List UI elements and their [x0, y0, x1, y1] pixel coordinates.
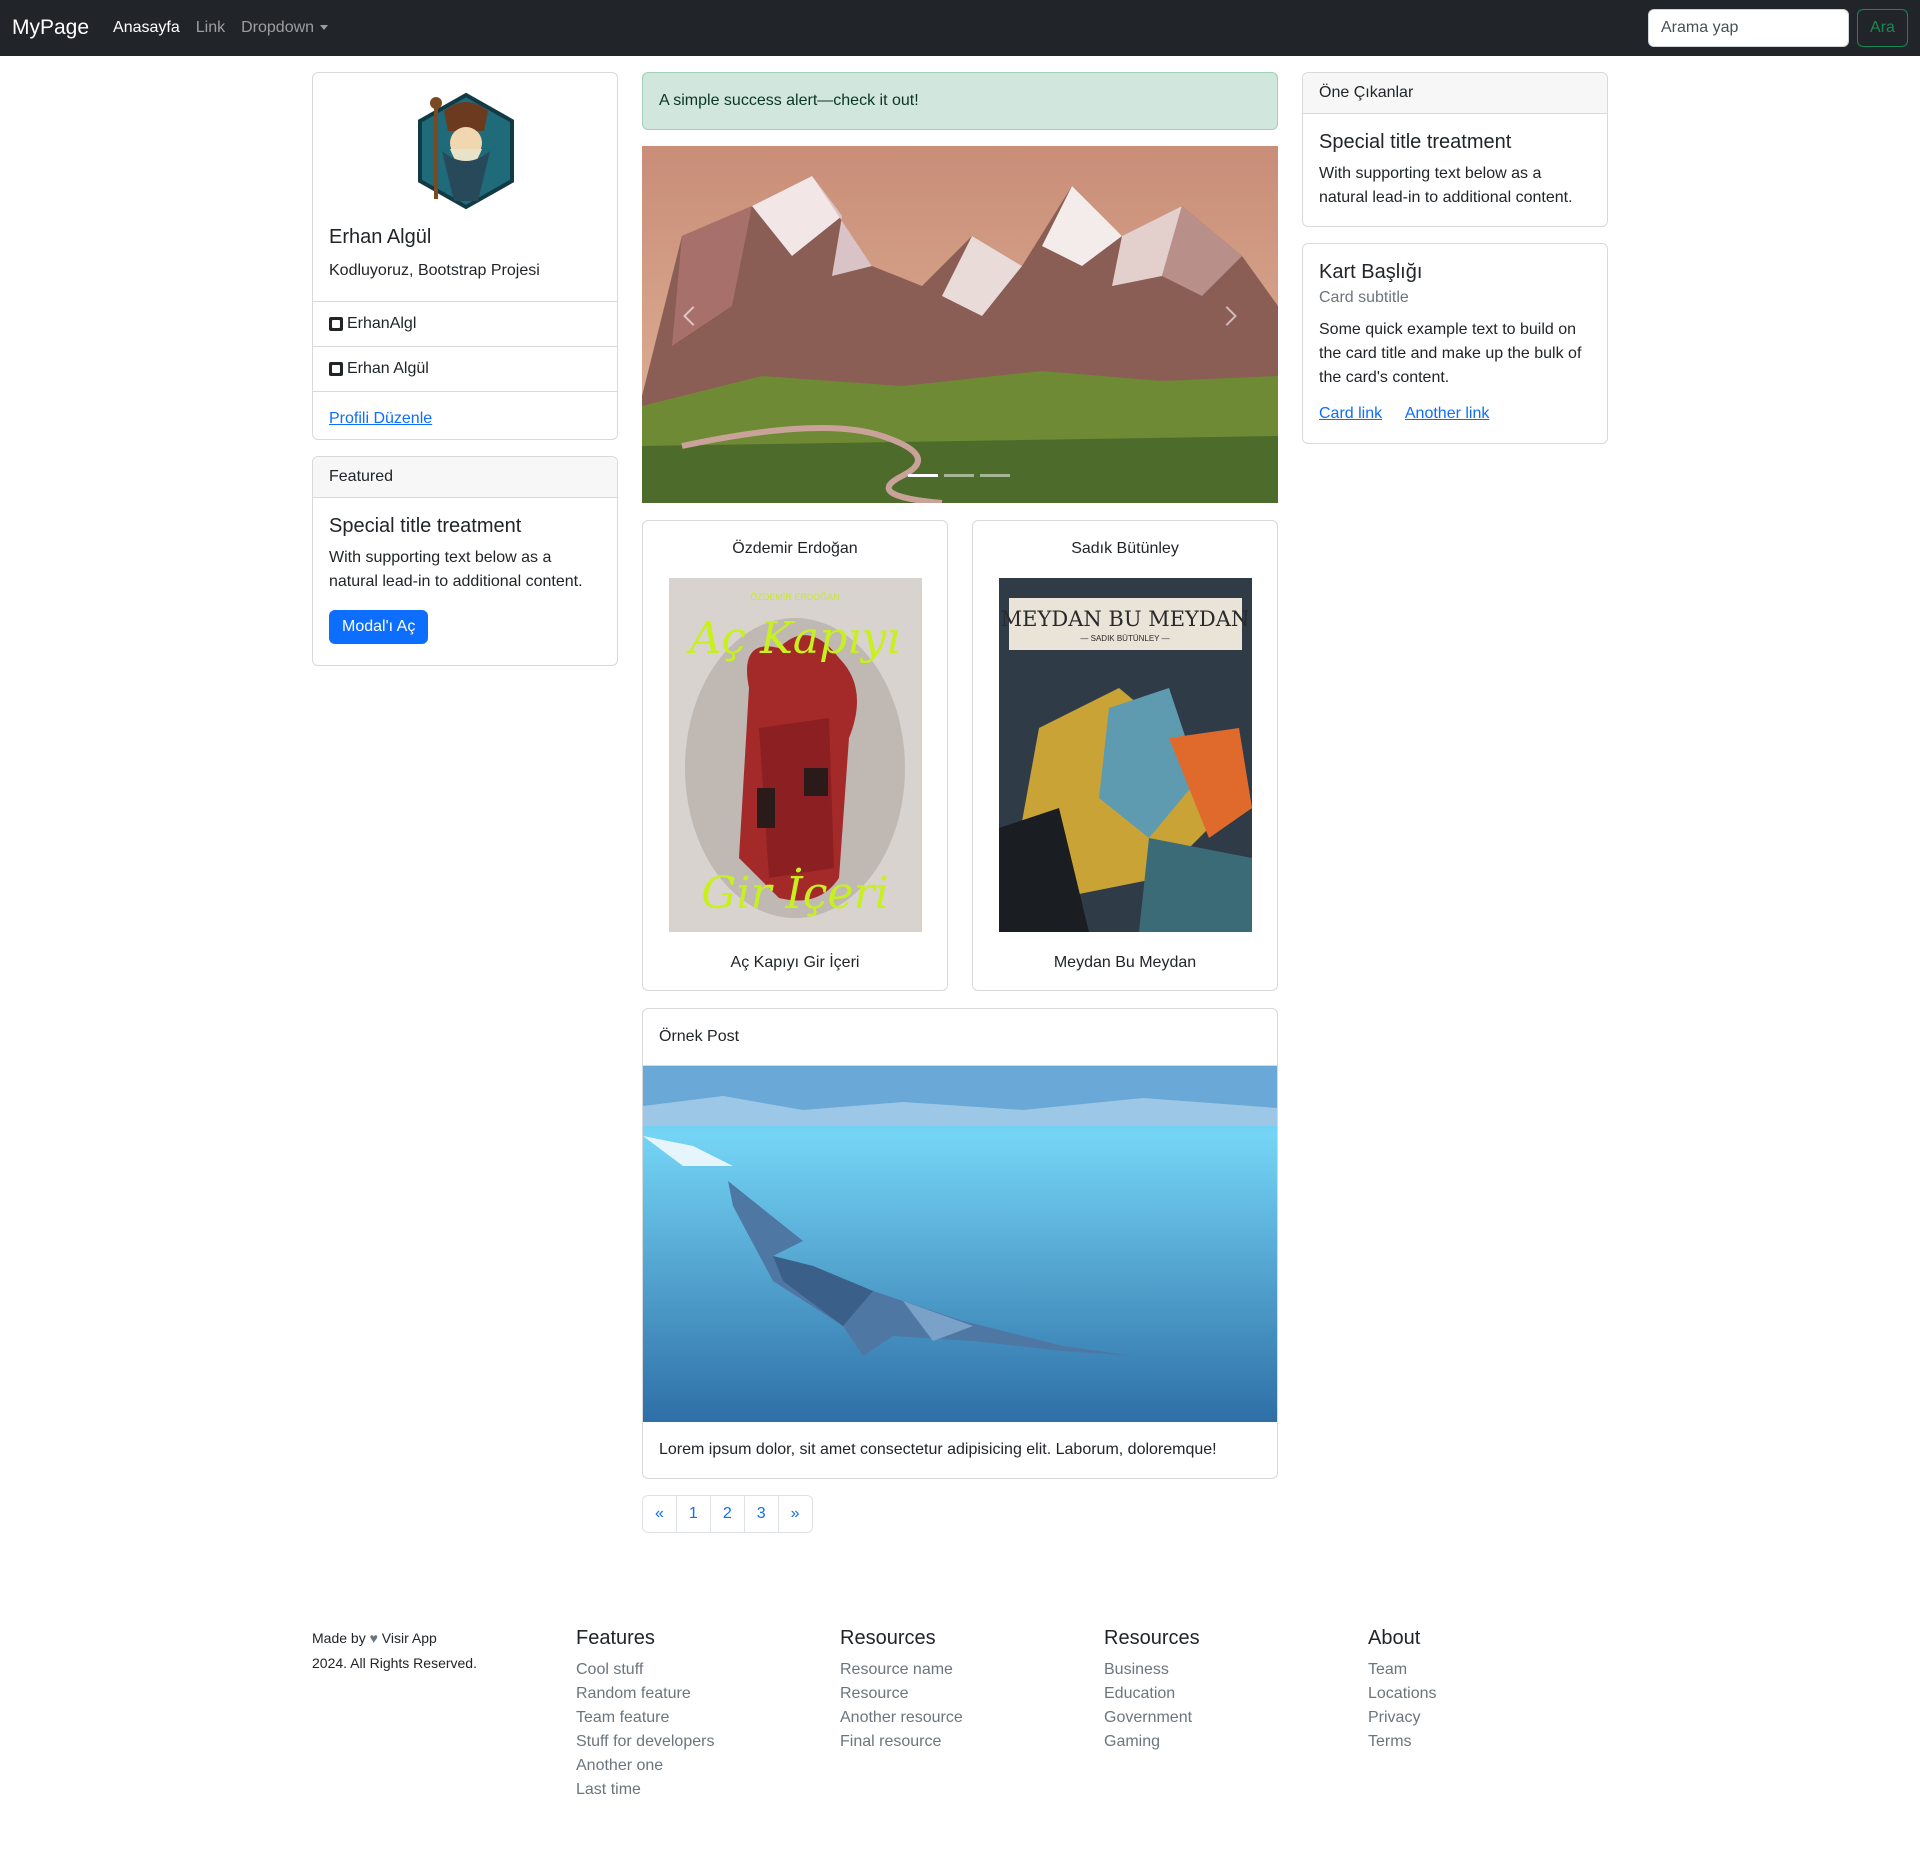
footer-link[interactable]: Gaming	[1104, 1730, 1200, 1754]
made-by-suffix: Visir App	[381, 1630, 437, 1646]
book-cover-image: MEYDAN BU MEYDAN — SADIK BÜTÜNLEY —	[999, 578, 1252, 932]
carousel-indicator-1[interactable]	[908, 474, 938, 477]
linkedin-icon	[329, 317, 343, 331]
footer-column-title: About	[1368, 1627, 1421, 1649]
alert-text: A simple success alert—check it out!	[659, 92, 919, 109]
footer-link[interactable]: Final resource	[840, 1730, 963, 1754]
navbar: MyPage Anasayfa Link Dropdown Ara	[0, 0, 1920, 56]
book-cover-title-line2: Gir İçeri	[701, 866, 888, 919]
book-cover-author-text: — SADIK BÜTÜNLEY —	[1080, 634, 1169, 643]
profile-edit-item: Profili Düzenle	[313, 391, 617, 439]
footer-link[interactable]: Education	[1104, 1682, 1200, 1706]
book-title: Meydan Bu Meydan	[1053, 954, 1197, 971]
footer-link[interactable]: Stuff for developers	[576, 1730, 714, 1754]
heart-icon: ♥	[369, 1630, 378, 1646]
carousel-indicator-2[interactable]	[944, 474, 974, 477]
info-card-title: Kart Başlığı	[1319, 261, 1423, 283]
info-card-text: Some quick example text to build on the …	[1319, 321, 1582, 386]
list-item-github[interactable]: Erhan Algül	[313, 346, 617, 391]
carousel-indicator-3[interactable]	[980, 474, 1010, 477]
made-by-prefix: Made by	[312, 1630, 366, 1646]
footer-column-resources-2: Resources Business Education Government …	[1104, 1626, 1200, 1754]
pagination-page-1[interactable]: 1	[675, 1495, 711, 1533]
pagination-page-2[interactable]: 2	[709, 1495, 745, 1533]
pagination-page-3[interactable]: 3	[743, 1495, 779, 1533]
footer-link[interactable]: Locations	[1368, 1682, 1437, 1706]
footer-column-resources: Resources Resource name Resource Another…	[840, 1626, 963, 1754]
footer-link[interactable]: Last time	[576, 1778, 714, 1802]
footer-link[interactable]: Cool stuff	[576, 1658, 714, 1682]
footer-rights: 2024. All Rights Reserved.	[312, 1655, 477, 1671]
another-link[interactable]: Another link	[1405, 405, 1490, 422]
list-item-linkedin[interactable]: ErhanAlgl	[313, 301, 617, 346]
book-author: Özdemir Erdoğan	[732, 540, 858, 557]
footer-link[interactable]: Random feature	[576, 1682, 714, 1706]
pagination-prev[interactable]: «	[642, 1495, 677, 1533]
linkedin-username: ErhanAlgl	[347, 315, 417, 332]
footer-column-title: Features	[576, 1627, 655, 1649]
featured-text: With supporting text below as a natural …	[329, 549, 583, 590]
highlights-card: Öne Çıkanlar Special title treatment Wit…	[1302, 72, 1608, 227]
highlights-title: Special title treatment	[1319, 131, 1512, 153]
footer-column-title: Resources	[840, 1627, 936, 1649]
avatar	[414, 91, 518, 211]
footer-column-title: Resources	[1104, 1627, 1200, 1649]
book-cover-image: ÖZDEMİR ERDOĞAN Aç Kapıyı Gir İçeri	[669, 578, 922, 932]
book-cover-title-line1: Aç Kapıyı	[686, 613, 901, 664]
chevron-down-icon	[320, 25, 329, 31]
open-modal-button[interactable]: Modal'ı Aç	[329, 610, 429, 644]
carousel-image-mountains	[642, 146, 1278, 503]
footer-link[interactable]: Government	[1104, 1706, 1200, 1730]
footer-link[interactable]: Another one	[576, 1754, 714, 1778]
footer-link[interactable]: Team feature	[576, 1706, 714, 1730]
featured-title: Special title treatment	[329, 515, 522, 537]
highlights-header: Öne Çıkanlar	[1303, 73, 1607, 114]
featured-header: Featured	[313, 457, 617, 498]
post-text: Lorem ipsum dolor, sit amet consectetur …	[659, 1441, 1217, 1458]
book-cover-author-text: ÖZDEMİR ERDOĞAN	[750, 592, 840, 602]
footer-link[interactable]: Privacy	[1368, 1706, 1437, 1730]
info-card: Kart Başlığı Card subtitle Some quick ex…	[1302, 243, 1608, 444]
profile-card: Erhan Algül Kodluyoruz, Bootstrap Projes…	[312, 72, 618, 440]
book-title: Aç Kapıyı Gir İçeri	[730, 954, 860, 971]
search-button[interactable]: Ara	[1857, 9, 1908, 47]
edit-profile-link[interactable]: Profili Düzenle	[329, 407, 432, 431]
nav-dropdown-label: Dropdown	[241, 19, 315, 36]
brand-link[interactable]: MyPage	[12, 12, 89, 44]
footer-link[interactable]: Resource	[840, 1682, 963, 1706]
book-author: Sadık Bütünley	[1071, 540, 1179, 557]
book-card: Sadık Bütünley MEYDAN BU MEYDAN — SADIK …	[972, 520, 1278, 991]
footer-column-about: About Team Locations Privacy Terms	[1368, 1626, 1437, 1754]
profile-name: Erhan Algül	[329, 226, 432, 248]
book-card: Özdemir Erdoğan ÖZDEMİR ERDOĞAN Aç Kapıy…	[642, 520, 948, 991]
nav-dropdown[interactable]: Dropdown	[241, 16, 329, 40]
footer-link[interactable]: Resource name	[840, 1658, 963, 1682]
footer-link[interactable]: Team	[1368, 1658, 1437, 1682]
footer-made-by: Made by ♥ Visir App	[312, 1628, 437, 1649]
nav-link-home[interactable]: Anasayfa	[113, 16, 180, 40]
nav-link-link[interactable]: Link	[196, 16, 225, 40]
card-link[interactable]: Card link	[1319, 405, 1382, 422]
github-username: Erhan Algül	[347, 360, 429, 377]
post-image-whale	[643, 1066, 1277, 1422]
info-card-subtitle: Card subtitle	[1319, 289, 1409, 306]
image-carousel[interactable]	[642, 146, 1278, 503]
github-icon	[329, 362, 343, 376]
success-alert: A simple success alert—check it out!	[642, 72, 1278, 130]
pagination-next[interactable]: »	[777, 1495, 813, 1533]
post-card: Örnek Post Lorem ipsum dolor, sit amet c…	[642, 1008, 1278, 1479]
search-input[interactable]	[1648, 9, 1849, 47]
footer-link[interactable]: Another resource	[840, 1706, 963, 1730]
highlights-text: With supporting text below as a natural …	[1319, 165, 1573, 206]
pagination: « 1 2 3 »	[642, 1495, 813, 1533]
footer-link[interactable]: Business	[1104, 1658, 1200, 1682]
footer-column-features: Features Cool stuff Random feature Team …	[576, 1626, 714, 1802]
book-cover-title-text: MEYDAN BU MEYDAN	[1001, 607, 1250, 631]
footer-link[interactable]: Terms	[1368, 1730, 1437, 1754]
profile-subtitle: Kodluyoruz, Bootstrap Projesi	[329, 262, 540, 279]
post-header: Örnek Post	[643, 1009, 1277, 1066]
featured-card: Featured Special title treatment With su…	[312, 456, 618, 666]
